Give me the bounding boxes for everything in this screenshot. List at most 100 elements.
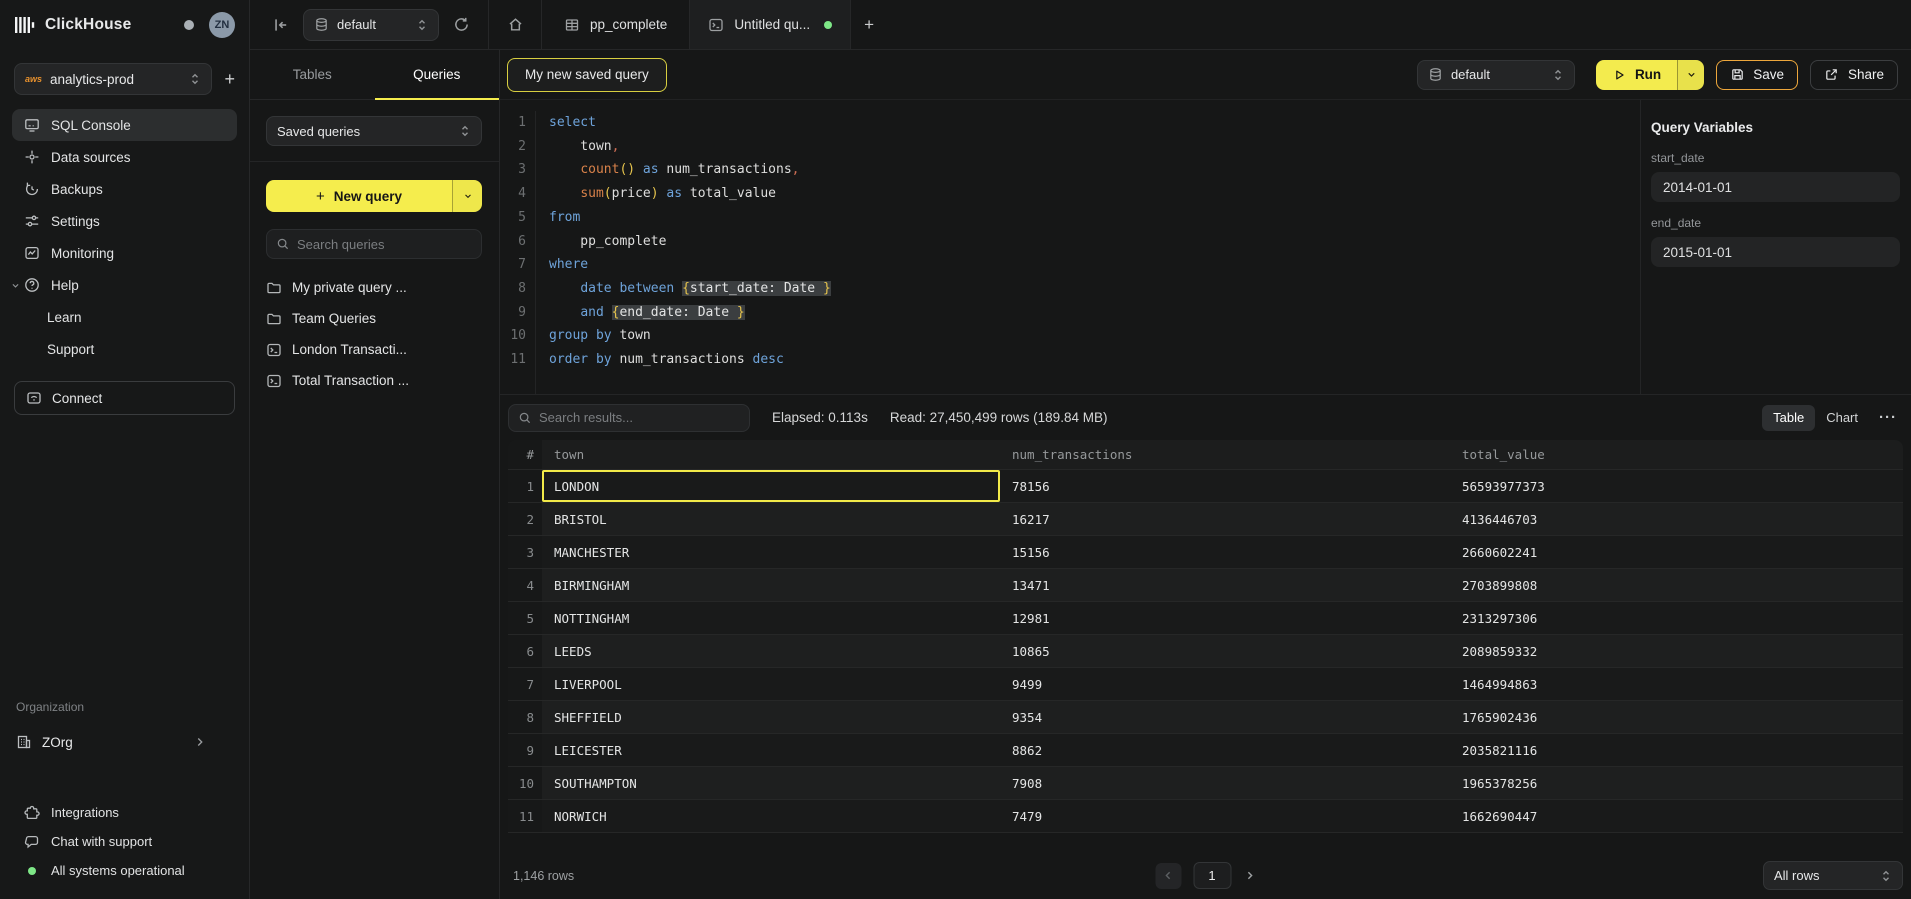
chevron-down-icon — [10, 280, 21, 291]
table-cell[interactable]: BRISTOL — [542, 503, 1000, 535]
search-queries-input[interactable] — [297, 237, 472, 252]
sidebar-subitem-learn[interactable]: Learn — [12, 301, 237, 333]
organization-name: ZOrg — [42, 735, 73, 750]
table-cell[interactable]: 56593977373 — [1450, 470, 1903, 502]
more-options-icon[interactable]: ··· — [1879, 409, 1897, 426]
run-options-button[interactable] — [1677, 60, 1704, 90]
sidebar-footer-integrations[interactable]: Integrations — [12, 798, 237, 827]
saved-query-london-transacti[interactable]: London Transacti... — [266, 334, 483, 365]
row-index: 11 — [508, 800, 542, 832]
table-cell[interactable]: MANCHESTER — [542, 536, 1000, 568]
run-database-selector[interactable]: default — [1417, 60, 1575, 90]
tab-queries[interactable]: Queries — [375, 50, 500, 99]
table-cell[interactable]: BIRMINGHAM — [542, 569, 1000, 601]
new-tab-button[interactable]: + — [851, 0, 887, 49]
table-cell[interactable]: 13471 — [1000, 569, 1450, 601]
table-cell[interactable]: LEEDS — [542, 635, 1000, 667]
new-query-options-button[interactable] — [452, 180, 482, 212]
table-cell[interactable]: 1662690447 — [1450, 800, 1903, 832]
service-selector[interactable]: aws analytics-prod — [14, 63, 212, 95]
connect-button[interactable]: Connect — [14, 381, 235, 415]
collapse-sidebar-icon[interactable] — [267, 12, 293, 38]
sidebar-footer-chat-with-support[interactable]: Chat with support — [12, 827, 237, 856]
chat-icon — [24, 834, 40, 850]
table-cell[interactable]: 10865 — [1000, 635, 1450, 667]
table-cell[interactable]: NORWICH — [542, 800, 1000, 832]
sql-editor[interactable]: 1234567891011 select town, count() as nu… — [500, 100, 1640, 394]
saved-query-total-transaction[interactable]: Total Transaction ... — [266, 365, 483, 396]
organization-section: Organization ZOrg — [0, 700, 249, 764]
line-numbers: 1234567891011 — [500, 111, 536, 394]
database-selector[interactable]: default — [303, 9, 439, 41]
sidebar-item-data-sources[interactable]: Data sources — [12, 141, 237, 173]
save-button[interactable]: Save — [1716, 60, 1798, 90]
new-query-button[interactable]: + New query — [266, 180, 452, 212]
table-cell[interactable]: 9354 — [1000, 701, 1450, 733]
next-page-button[interactable] — [1243, 869, 1256, 882]
tab-untitled-query[interactable]: Untitled qu... — [690, 0, 851, 49]
sidebar-item-settings[interactable]: Settings — [12, 205, 237, 237]
page-number[interactable]: 1 — [1193, 862, 1231, 889]
line-number: 3 — [500, 158, 526, 182]
view-table-button[interactable]: Table — [1762, 405, 1815, 431]
table-cell[interactable]: LONDON — [542, 470, 1000, 502]
view-chart-button[interactable]: Chart — [1815, 405, 1869, 431]
table-cell[interactable]: 4136446703 — [1450, 503, 1903, 535]
avatar[interactable]: ZN — [209, 12, 235, 38]
column-header-index[interactable]: # — [508, 440, 542, 469]
saved-query-tab[interactable]: My new saved query — [507, 58, 667, 92]
tab-pp-complete[interactable]: pp_complete — [542, 0, 690, 49]
variable-input-end-date[interactable] — [1651, 237, 1900, 267]
prev-page-button[interactable] — [1155, 863, 1181, 889]
variable-input-start-date[interactable] — [1651, 172, 1900, 202]
saved-query-team-queries[interactable]: Team Queries — [266, 303, 483, 334]
sidebar-item-help[interactable]: Help — [12, 269, 237, 301]
table-cell[interactable]: 2660602241 — [1450, 536, 1903, 568]
table-cell[interactable]: 2035821116 — [1450, 734, 1903, 766]
search-results-input[interactable] — [539, 410, 740, 425]
table-cell[interactable]: 1965378256 — [1450, 767, 1903, 799]
table-cell[interactable]: NOTTINGHAM — [542, 602, 1000, 634]
page-size-selector[interactable]: All rows — [1763, 861, 1903, 890]
sidebar-footer-all-systems-operational[interactable]: All systems operational — [12, 856, 237, 885]
sidebar-item-label: Data sources — [51, 150, 131, 165]
add-service-button[interactable]: + — [224, 70, 235, 88]
table-cell[interactable]: 1464994863 — [1450, 668, 1903, 700]
table-cell[interactable]: 2313297306 — [1450, 602, 1903, 634]
table-cell[interactable]: 2703899808 — [1450, 569, 1903, 601]
table-cell[interactable]: 7479 — [1000, 800, 1450, 832]
code-line: and {end_date: Date } — [549, 301, 831, 325]
table-cell[interactable]: 1765902436 — [1450, 701, 1903, 733]
sidebar-item-sql-console[interactable]: SQL Console — [12, 109, 237, 141]
table-cell[interactable]: 2089859332 — [1450, 635, 1903, 667]
table-cell[interactable]: 9499 — [1000, 668, 1450, 700]
table-cell[interactable]: 12981 — [1000, 602, 1450, 634]
saved-query-my-private-query[interactable]: My private query ... — [266, 272, 483, 303]
sidebar-subitem-support[interactable]: Support — [12, 333, 237, 365]
table-cell[interactable]: 78156 — [1000, 470, 1450, 502]
run-button[interactable]: Run — [1596, 60, 1677, 90]
table-cell[interactable]: 15156 — [1000, 536, 1450, 568]
column-header-num-transactions[interactable]: num_transactions — [1000, 440, 1450, 469]
row-index: 4 — [508, 569, 542, 601]
notification-dot — [184, 20, 194, 30]
table-cell[interactable]: SHEFFIELD — [542, 701, 1000, 733]
table-cell[interactable]: LEICESTER — [542, 734, 1000, 766]
saved-queries-selector[interactable]: Saved queries — [266, 116, 482, 146]
table-cell[interactable]: 7908 — [1000, 767, 1450, 799]
table-cell[interactable]: 8862 — [1000, 734, 1450, 766]
column-header-town[interactable]: town — [542, 440, 1000, 469]
table-cell[interactable]: 16217 — [1000, 503, 1450, 535]
tab-label: Untitled qu... — [734, 17, 810, 32]
table-cell[interactable]: SOUTHAMPTON — [542, 767, 1000, 799]
tab-tables[interactable]: Tables — [250, 50, 375, 99]
table-cell[interactable]: LIVERPOOL — [542, 668, 1000, 700]
sidebar-item-monitoring[interactable]: Monitoring — [12, 237, 237, 269]
code-line: where — [549, 253, 831, 277]
home-icon[interactable] — [489, 0, 541, 49]
refresh-icon[interactable] — [449, 12, 474, 37]
share-button[interactable]: Share — [1810, 60, 1898, 90]
organization-item[interactable]: ZOrg — [0, 726, 249, 758]
column-header-total-value[interactable]: total_value — [1450, 440, 1903, 469]
sidebar-item-backups[interactable]: Backups — [12, 173, 237, 205]
